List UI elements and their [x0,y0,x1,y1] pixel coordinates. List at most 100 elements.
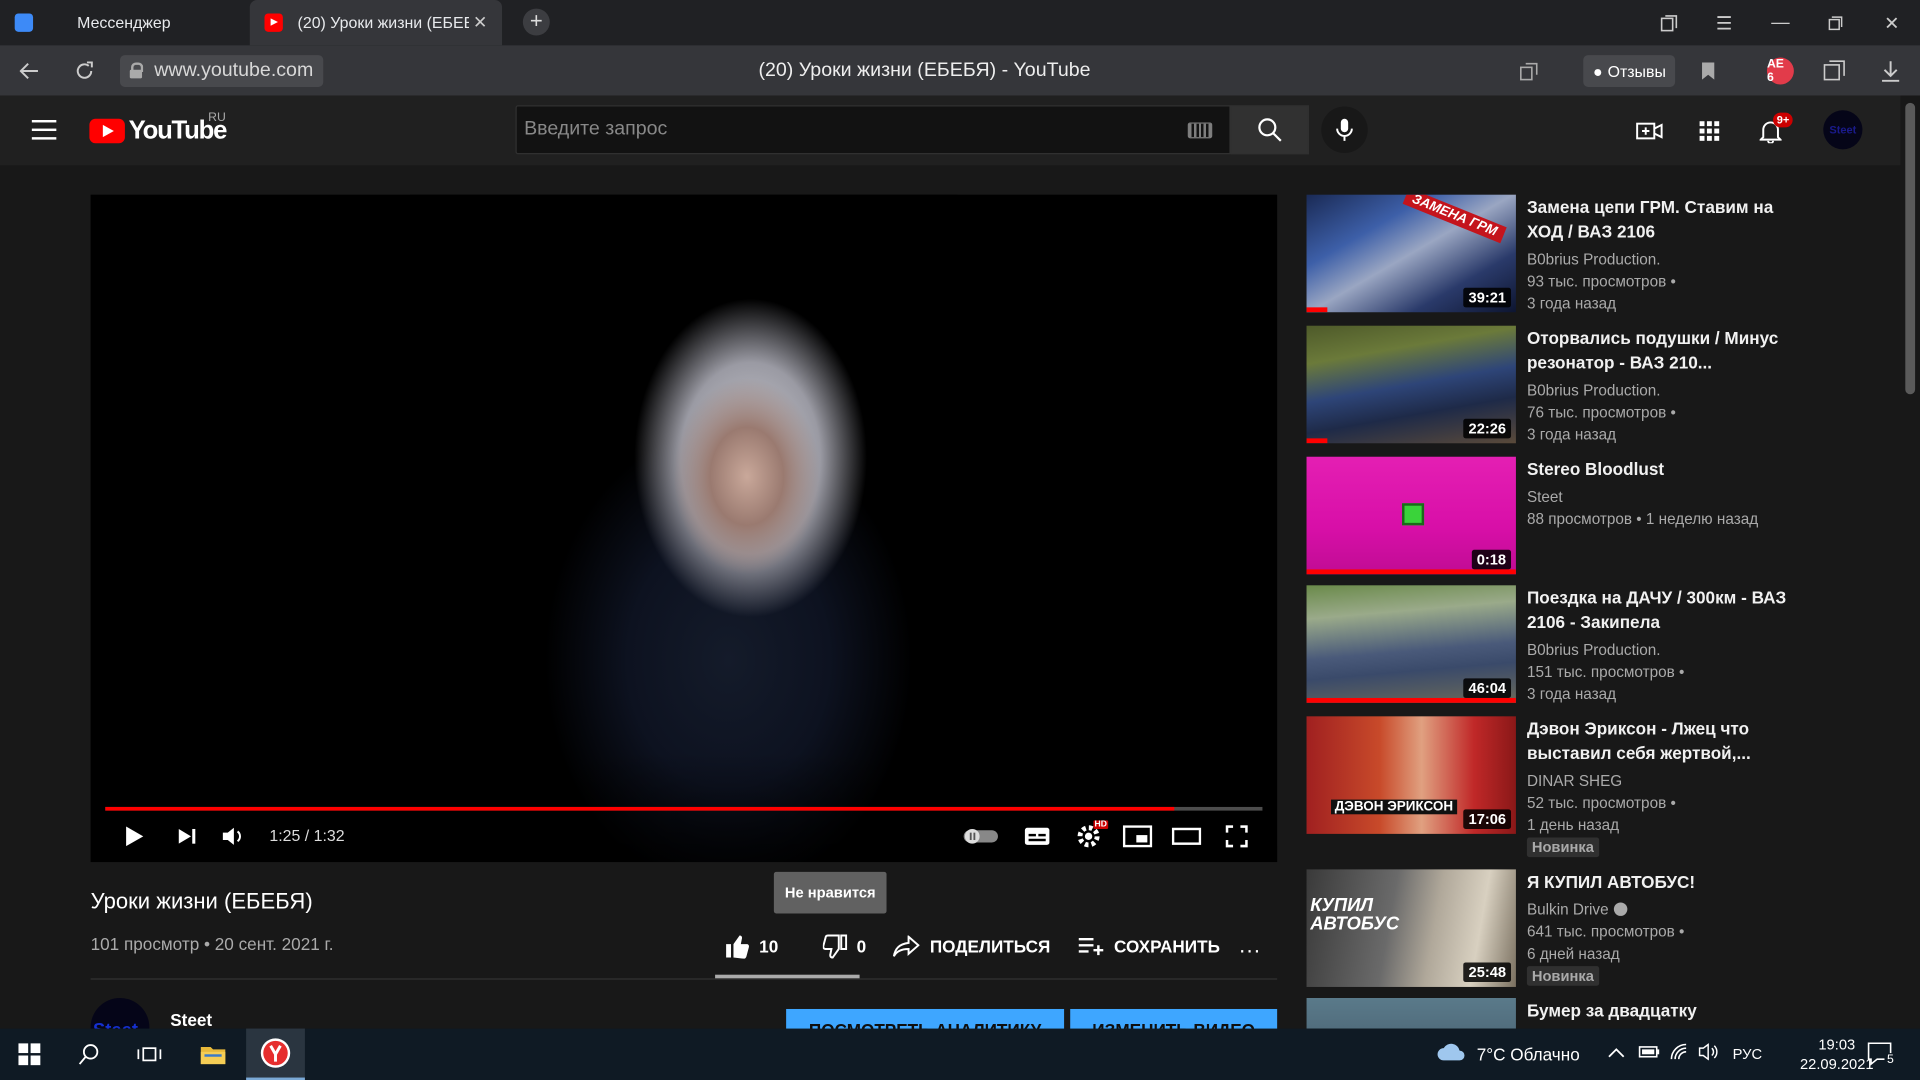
address-bar: www.youtube.com (20) Уроки жизни (ЕБЕБЯ)… [0,45,1920,96]
watched-progress [1306,307,1328,313]
volume-button[interactable] [219,820,248,852]
search-button[interactable] [1230,105,1309,155]
play-icon [126,826,144,847]
recommendation-views: 151 тыс. просмотров • [1526,663,1685,681]
notifications-badge: 9+ [1773,112,1793,128]
weather-text[interactable]: 7°C Облачно [1477,1044,1580,1064]
recommendation-age: 6 дней назад [1526,945,1620,963]
clock-date: 22.09.2021 [1800,1055,1874,1073]
dislike-button[interactable]: 0 [822,934,866,959]
divider [90,978,1278,980]
copy-link-icon[interactable] [1518,55,1540,87]
video-thumbnail[interactable]: ЗАМЕНА ГРМ 39:21 [1306,194,1516,313]
hd-badge: HD [1093,820,1109,829]
fullscreen-button[interactable] [1221,820,1253,852]
create-video-icon[interactable] [1635,116,1664,145]
recommendation-channel: B0brius Production. [1526,641,1661,659]
recommendation-item[interactable]: Бумер за двадцатку [1306,997,1797,1029]
watched-progress [1306,438,1328,444]
page-title: (20) Уроки жизни (ЕБЕБЯ) - YouTube [758,60,1091,81]
autoplay-toggle[interactable] [960,820,1002,852]
theater-mode-button[interactable] [1171,820,1203,852]
share-button[interactable]: ПОДЕЛИТЬСЯ [893,935,1050,958]
yandex-browser-icon[interactable] [246,1028,305,1080]
search-input[interactable] [516,106,1154,154]
miniplayer-button[interactable] [1122,820,1154,852]
maximize-icon[interactable] [1807,0,1863,45]
minimize-icon[interactable]: — [1752,0,1808,45]
video-thumbnail[interactable]: 22:26 [1306,325,1516,444]
recommendation-age: 3 года назад [1526,685,1617,703]
search-icon[interactable] [60,1029,119,1080]
keyboard-icon[interactable] [1187,122,1213,139]
windows-start-icon[interactable] [0,1029,59,1080]
video-thumbnail[interactable]: КУПИЛ АВТОБУС 25:48 [1306,869,1516,987]
video-meta: 101 просмотр • 20 сент. 2021 г. [90,934,334,954]
video-thumbnail[interactable]: 0:18 [1306,456,1516,575]
tab-messenger[interactable]: Мессенджер [0,0,250,45]
video-thumbnail[interactable]: ДЭВОН ЭРИКСОН 17:06 [1306,716,1516,834]
watched-progress [1306,569,1516,575]
miniplayer-icon [1122,825,1153,848]
browser-menu-icon[interactable]: ☰ [1696,0,1752,45]
subtitles-button[interactable] [1021,820,1053,852]
wifi-icon[interactable] [1669,1043,1689,1064]
apps-grid-icon[interactable] [1695,116,1724,145]
windows-taskbar: 7°C Облачно РУС 19:03 22.09.2021 5 [0,1028,1920,1080]
new-tab-button[interactable]: + [522,8,550,36]
collections-icon[interactable] [1822,55,1846,87]
bookmark-icon[interactable] [1701,55,1716,87]
settings-button[interactable]: HD [1071,820,1109,852]
duration-badge: 39:21 [1463,287,1512,308]
chevron-up-icon[interactable] [1608,1043,1625,1063]
file-explorer-icon[interactable] [184,1029,243,1080]
close-tab-icon[interactable]: ✕ [473,12,487,33]
tab-manager-icon[interactable] [1641,0,1697,45]
battery-icon[interactable] [1638,1043,1660,1063]
notification-count: 5 [1884,1053,1897,1067]
page-scrollbar[interactable] [1900,95,1920,1029]
recommendation-views: 52 тыс. просмотров • [1526,794,1676,812]
duration-badge: 25:48 [1463,962,1512,983]
play-button[interactable] [120,820,149,852]
input-language[interactable]: РУС [1733,1046,1762,1063]
video-thumbnail[interactable]: 46:04 [1306,585,1516,703]
video-player[interactable]: 1:25 / 1:32 HD [90,194,1278,863]
recommendation-channel: B0brius Production. [1526,251,1661,269]
youtube-logo[interactable]: YouTube [89,116,227,145]
save-button[interactable]: СОХРАНИТЬ [1077,936,1220,957]
next-button[interactable] [173,820,202,852]
more-actions-button[interactable]: ... [1239,933,1261,959]
search-icon [1258,118,1282,142]
fullscreen-icon [1225,825,1248,848]
voice-search-button[interactable] [1321,106,1368,154]
progress-bar[interactable] [105,806,1263,811]
scrollbar-thumb[interactable] [1905,102,1916,395]
like-button[interactable]: 10 [725,934,779,959]
recommendation-title: Замена цепи ГРМ. Ставим на ХОД / ВАЗ 210… [1526,197,1774,242]
feedback-button[interactable]: ● Отзывы [1583,55,1676,87]
video-actions: 10 0 ПОДЕЛИТЬСЯ СОХРАНИТЬ [715,931,1247,963]
microphone-icon [1336,118,1353,141]
tab-youtube[interactable]: (20) Уроки жизни (ЕБЕБЯ) ✕ [249,0,503,46]
task-view-icon[interactable] [120,1029,179,1080]
new-badge: Новинка [1526,837,1599,858]
recommendation-views: 93 тыс. просмотров • [1526,273,1676,291]
download-icon[interactable] [1881,55,1901,87]
hamburger-menu-icon[interactable] [31,120,57,140]
system-clock[interactable]: 19:03 22.09.2021 [1800,1035,1874,1074]
video-thumbnail[interactable] [1306,997,1516,1029]
region-label: RU [208,111,226,125]
close-window-icon[interactable]: ✕ [1864,0,1920,45]
save-label: СОХРАНИТЬ [1114,936,1220,957]
channel-name[interactable]: Steet [170,1010,212,1030]
like-count: 10 [759,936,779,957]
thumbnail-caption: ДЭВОН ЭРИКСОН [1331,799,1457,815]
weather-icon[interactable] [1436,1041,1465,1067]
volume-icon[interactable] [1698,1043,1720,1064]
account-avatar[interactable]: Steet [1823,110,1863,150]
notification-center-icon[interactable]: 5 [1867,1042,1897,1070]
recommendation-channel: Bulkin Drive [1527,901,1627,918]
extension-badge[interactable]: AE 6 [1766,57,1794,85]
recommendation-views: 88 просмотров • 1 неделю назад [1526,510,1759,528]
